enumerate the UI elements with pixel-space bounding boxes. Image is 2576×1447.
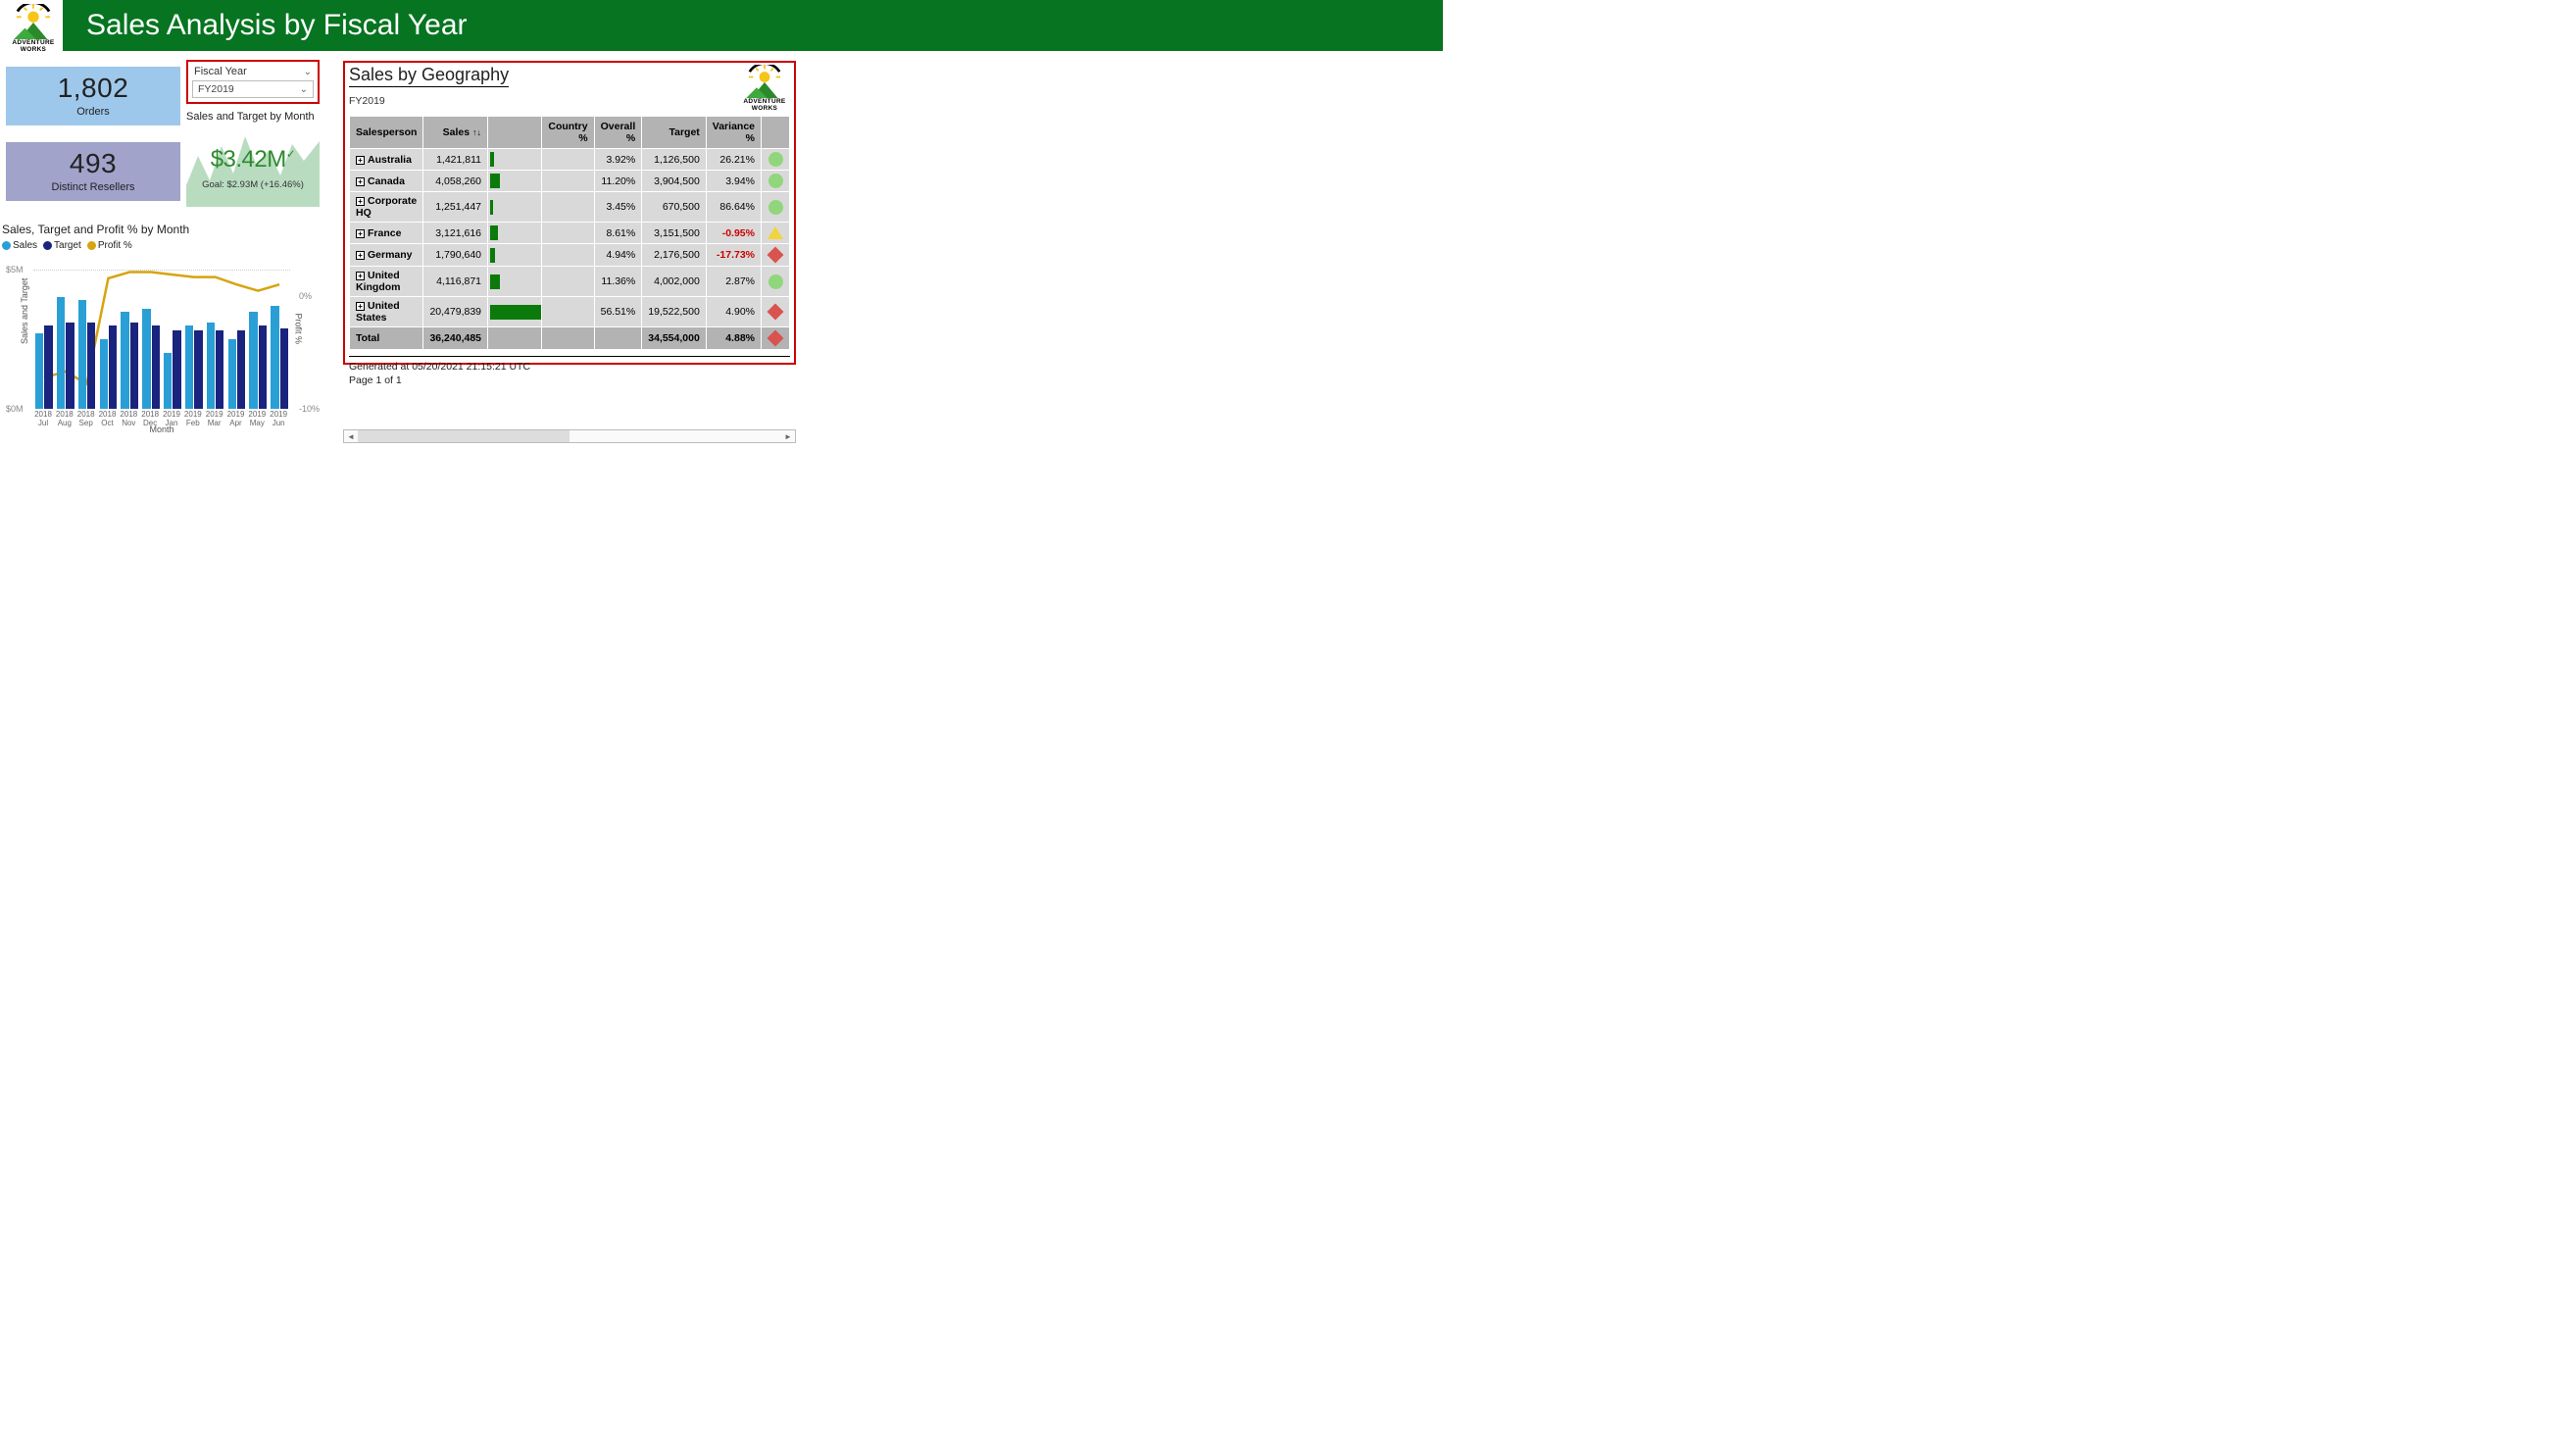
expand-icon[interactable]: + <box>356 272 365 280</box>
table-total-row: Total36,240,48534,554,0004.88% <box>350 327 790 350</box>
sales-by-geography-visual[interactable]: Sales by Geography FY2019 ADVENTUREWORKS… <box>343 61 796 365</box>
expand-icon[interactable]: + <box>356 197 365 206</box>
y-tick: $5M <box>6 265 24 274</box>
x-tick: 2019May <box>245 411 269 428</box>
resellers-label: Distinct Resellers <box>6 181 180 193</box>
card-orders[interactable]: 1,802 Orders <box>6 67 180 125</box>
bar-group[interactable] <box>100 325 118 409</box>
title-banner: Sales Analysis by Fiscal Year <box>63 0 1443 51</box>
check-icon: ✓ <box>286 147 296 161</box>
col-salesperson[interactable]: Salesperson <box>350 117 423 149</box>
geo-matrix-table[interactable]: Salesperson Sales ↑↓ Country % Overall %… <box>349 116 790 350</box>
y-tick: $0M <box>6 404 24 414</box>
sun-mountain-icon <box>11 4 56 39</box>
table-row[interactable]: +Australia1,421,8113.92%1,126,50026.21% <box>350 149 790 171</box>
kpi-goal: Goal: $2.93M (+16.46%) <box>186 179 320 190</box>
bar-group[interactable] <box>142 309 160 409</box>
kpi-value: $3.42M✓ <box>186 146 320 174</box>
slicer-dropdown[interactable]: FY2019 ⌄ <box>192 80 314 98</box>
expand-icon[interactable]: + <box>356 251 365 260</box>
bar-group[interactable] <box>185 325 203 409</box>
col-variance-pct[interactable]: Variance % <box>706 117 761 149</box>
fiscal-year-slicer[interactable]: Fiscal Year ⌄ FY2019 ⌄ <box>186 60 320 104</box>
y-axis-label-left: Sales and Target <box>20 278 29 344</box>
col-country-pct[interactable]: Country % <box>542 117 594 149</box>
col-overall-pct[interactable]: Overall % <box>594 117 642 149</box>
horizontal-scrollbar[interactable]: ◄ ► <box>343 429 796 443</box>
x-tick: 2019Jan <box>160 411 183 428</box>
bar-group[interactable] <box>57 297 74 409</box>
table-row[interactable]: +Germany1,790,6404.94%2,176,500-17.73% <box>350 244 790 267</box>
sort-icon: ↑↓ <box>472 127 481 137</box>
geo-subtitle: FY2019 <box>349 95 509 107</box>
bar-group[interactable] <box>121 312 138 409</box>
orders-value: 1,802 <box>6 75 180 102</box>
x-tick: 2019Mar <box>203 411 226 428</box>
x-tick: 2018Nov <box>117 411 140 428</box>
bar-group[interactable] <box>78 300 96 409</box>
bar-group[interactable] <box>249 312 267 409</box>
table-row[interactable]: +France3,121,6168.61%3,151,500-0.95% <box>350 223 790 244</box>
table-row[interactable]: +Corporate HQ1,251,4473.45%670,50086.64% <box>350 192 790 223</box>
col-sales[interactable]: Sales ↑↓ <box>423 117 488 149</box>
page-title: Sales Analysis by Fiscal Year <box>86 9 468 42</box>
geo-footer: Generated at 05/20/2021 21:15:21 UTC Pag… <box>349 356 790 387</box>
combo-chart-title: Sales, Target and Profit % by Month <box>2 223 323 236</box>
expand-icon[interactable]: + <box>356 302 365 311</box>
col-target[interactable]: Target <box>642 117 707 149</box>
scrollbar-thumb[interactable] <box>358 430 570 442</box>
kpi-title: Sales and Target by Month <box>186 111 320 123</box>
combo-chart-sales-target-profit[interactable]: Sales, Target and Profit % by Month Sale… <box>0 221 323 436</box>
x-tick: 2019Feb <box>181 411 205 428</box>
x-tick: 2018Jul <box>31 411 55 428</box>
x-tick: 2019Apr <box>224 411 248 428</box>
bar-group[interactable] <box>35 325 53 409</box>
x-tick: 2018Aug <box>53 411 76 428</box>
x-tick: 2018Oct <box>96 411 120 428</box>
slicer-label: Fiscal Year <box>194 66 247 77</box>
x-tick: 2018Dec <box>138 411 162 428</box>
expand-icon[interactable]: + <box>356 156 365 165</box>
brand-logo: ADVENTUREWORKS <box>739 65 790 116</box>
bar-group[interactable] <box>164 330 181 409</box>
slicer-selected-value: FY2019 <box>198 83 234 95</box>
table-row[interactable]: +United Kingdom4,116,87111.36%4,002,0002… <box>350 267 790 297</box>
x-tick: 2018Sep <box>74 411 98 428</box>
orders-label: Orders <box>6 106 180 118</box>
chevron-down-icon[interactable]: ⌄ <box>304 67 312 77</box>
x-tick: 2019Jun <box>267 411 290 428</box>
bar-group[interactable] <box>207 323 224 409</box>
bar-group[interactable] <box>271 306 288 409</box>
table-row[interactable]: +United States20,479,83956.51%19,522,500… <box>350 297 790 327</box>
chevron-down-icon[interactable]: ⌄ <box>300 84 308 95</box>
combo-chart-legend: Sales Target Profit % <box>0 240 323 251</box>
geo-title: Sales by Geography <box>349 65 509 85</box>
kpi-sales-vs-target[interactable]: Sales and Target by Month $3.42M✓ Goal: … <box>186 111 320 207</box>
scroll-left-icon[interactable]: ◄ <box>344 430 358 442</box>
expand-icon[interactable]: + <box>356 229 365 238</box>
brand-logo: ADVENTUREWORKS <box>6 4 61 53</box>
card-distinct-resellers[interactable]: 493 Distinct Resellers <box>6 142 180 201</box>
scroll-right-icon[interactable]: ► <box>781 430 795 442</box>
expand-icon[interactable]: + <box>356 177 365 186</box>
resellers-value: 493 <box>6 150 180 177</box>
table-row[interactable]: +Canada4,058,26011.20%3,904,5003.94% <box>350 171 790 192</box>
bar-group[interactable] <box>228 330 246 409</box>
